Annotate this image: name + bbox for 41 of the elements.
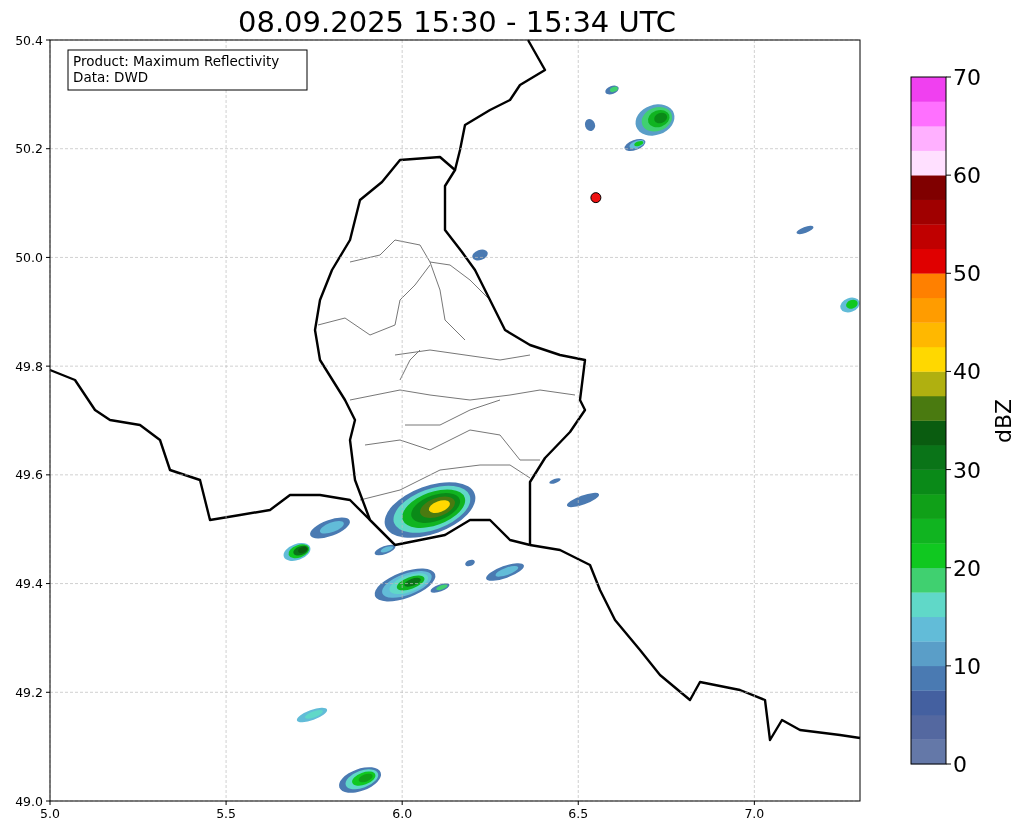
axis-tick-label: 6.5 <box>568 806 589 821</box>
axis-tick-label: 49.2 <box>15 684 43 700</box>
colorbar-tick-label: 20 <box>953 555 981 581</box>
radar-echo-drawing <box>605 85 619 95</box>
axis-tick-label: 50.2 <box>15 141 43 157</box>
axis-tick-label: 6.0 <box>392 806 413 821</box>
radar-echo-drawing <box>486 563 524 581</box>
info-text: Data: DWD <box>73 69 149 85</box>
colorbar-tick-label: 30 <box>953 457 981 483</box>
colorbar-tick-label: 40 <box>953 359 981 385</box>
radar-echo-drawing <box>635 104 675 136</box>
radar-echo-drawing <box>296 707 328 723</box>
radar-echo-drawing <box>339 767 381 793</box>
radar-echo-drawing <box>566 492 600 508</box>
colorbar-label: dBZ <box>991 398 1016 444</box>
radar-echo-drawing <box>624 139 646 151</box>
colorbar-tick-label: 0 <box>953 752 967 777</box>
colorbar-tick-label: 50 <box>953 261 981 287</box>
colorbar-tick-label: 10 <box>953 653 981 679</box>
radar-echo-drawing <box>465 559 475 567</box>
colorbar-tick-label: 60 <box>953 163 981 189</box>
radar-echo-drawing <box>584 119 596 131</box>
axis-tick-label: 49.6 <box>15 467 43 483</box>
radar-echo-drawing <box>283 543 311 561</box>
radar-echo-drawing <box>796 225 814 235</box>
axis-tick-label: 7.0 <box>744 806 765 821</box>
axis-tick-label: 5.0 <box>40 806 60 821</box>
radar-echo-drawing <box>310 517 350 539</box>
chart-title: 08.09.2025 15:30 - 15:34 UTC <box>238 5 676 39</box>
axis-tick-label: 49.8 <box>15 358 43 374</box>
info-text: Product: Maximum Reflectivity <box>73 53 280 69</box>
axis-tick-label: 49.4 <box>15 576 43 592</box>
axis-tick-label: 49.0 <box>15 793 43 809</box>
axis-tick-label: 50.4 <box>15 32 43 48</box>
radar-echo-drawing <box>374 544 396 556</box>
radar-echo-drawing <box>472 249 488 261</box>
axis-tick-label: 50.0 <box>15 249 43 265</box>
radar-echo-drawing <box>840 297 860 313</box>
colorbar-tick-label: 70 <box>953 65 981 90</box>
axis-tick-label: 5.5 <box>216 806 237 821</box>
radar-echo-drawing <box>549 478 561 484</box>
